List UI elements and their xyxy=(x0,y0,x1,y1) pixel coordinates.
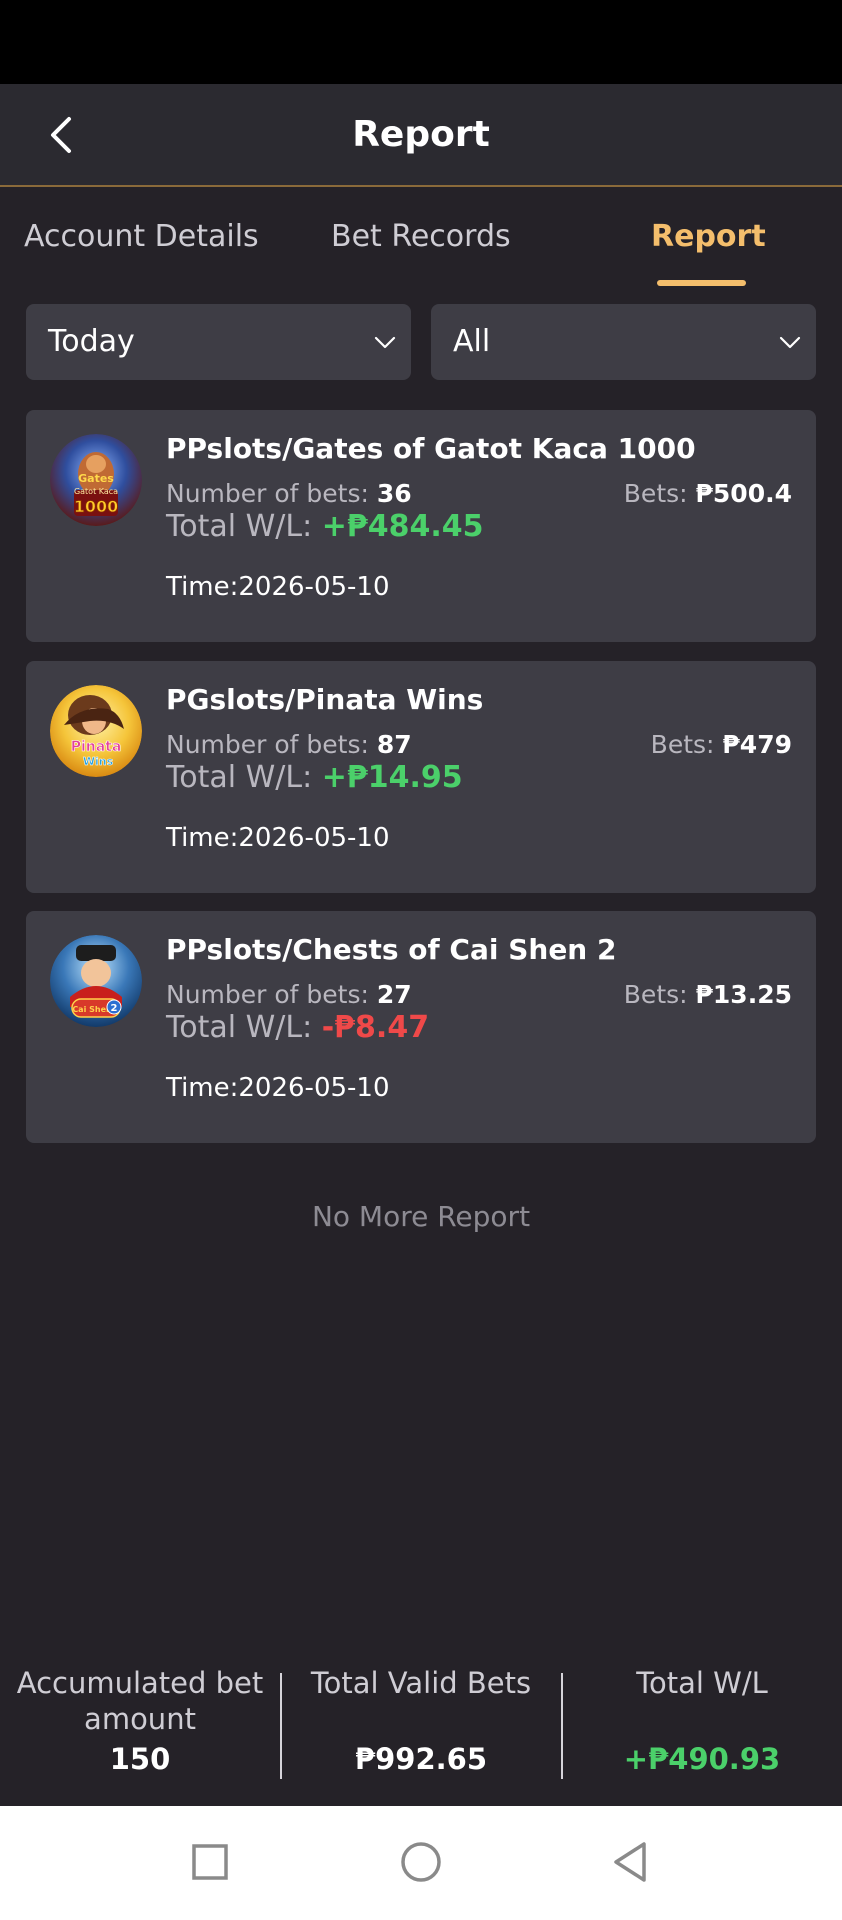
chests-of-cai-shen-thumb-icon: Cai Shen 2 xyxy=(50,935,142,1027)
status-bar xyxy=(0,0,842,84)
accumulated-bet-label: Accumulated bet amount xyxy=(16,1666,264,1736)
report-time: Time:2026-05-10 xyxy=(166,823,390,853)
header: Report xyxy=(0,84,842,187)
game-name: PGslots/Pinata Wins xyxy=(166,683,484,716)
total-wl-summary-value: +₱490.93 xyxy=(623,1742,781,1776)
pinata-wins-thumb-icon: Pinata Wins xyxy=(50,685,142,777)
total-valid-bets-summary: Total Valid Bets ₱992.65 xyxy=(281,1665,561,1777)
gates-of-gatot-kaca-thumb-icon: Gates Gatot Kaca 1000 xyxy=(50,434,142,526)
game-name: PPslots/Chests of Cai Shen 2 xyxy=(166,933,617,966)
active-tab-indicator xyxy=(657,280,746,286)
accumulated-bet-summary: Accumulated bet amount 150 xyxy=(0,1665,280,1777)
bets-amount: Bets: ₱500.4 xyxy=(623,479,792,508)
game-type-filter-dropdown[interactable]: All xyxy=(431,304,816,380)
no-more-report-text: No More Report xyxy=(311,1200,531,1233)
page-title: Report xyxy=(352,114,490,155)
bets-amount: Bets: ₱479 xyxy=(650,730,792,759)
tab-bet-records[interactable]: Bet Records xyxy=(331,217,511,257)
number-of-bets: Number of bets: 87 xyxy=(166,730,412,759)
back-triangle-icon xyxy=(614,1842,646,1882)
report-card: Cai Shen 2 PPslots/Chests of Cai Shen 2 … xyxy=(26,911,816,1143)
total-wl: Total W/L: -₱8.47 xyxy=(166,1010,430,1045)
summary-bar: Accumulated bet amount 150 Total Valid B… xyxy=(0,1665,842,1805)
chevron-down-icon xyxy=(374,336,396,349)
svg-text:Pinata: Pinata xyxy=(71,739,122,755)
total-wl-value: -₱8.47 xyxy=(321,1010,430,1045)
date-filter-value: Today xyxy=(48,324,135,359)
svg-text:Cai Shen: Cai Shen xyxy=(72,1005,112,1014)
game-type-filter-value: All xyxy=(453,324,491,359)
number-of-bets: Number of bets: 27 xyxy=(166,980,412,1009)
system-back-button[interactable] xyxy=(608,1838,656,1886)
report-card: Gates Gatot Kaca 1000 PPslots/Gates of G… xyxy=(26,410,816,642)
svg-text:1000: 1000 xyxy=(74,497,119,516)
svg-text:Wins: Wins xyxy=(83,755,114,768)
total-valid-bets-label: Total Valid Bets xyxy=(310,1666,532,1700)
report-time: Time:2026-05-10 xyxy=(166,1073,390,1103)
tab-bar: Account Details Bet Records Report xyxy=(0,189,842,289)
total-wl: Total W/L: +₱14.95 xyxy=(166,760,463,795)
home-button[interactable] xyxy=(397,1838,445,1886)
tab-account-details[interactable]: Account Details xyxy=(24,217,259,257)
total-valid-bets-value: ₱992.65 xyxy=(354,1742,488,1776)
total-wl-value: +₱14.95 xyxy=(321,760,463,795)
svg-text:Gates: Gates xyxy=(78,472,114,485)
home-icon xyxy=(401,1842,441,1882)
recent-apps-button[interactable] xyxy=(186,1838,234,1886)
accumulated-bet-value: 150 xyxy=(109,1742,171,1776)
report-time: Time:2026-05-10 xyxy=(166,572,390,602)
total-wl-summary-label: Total W/L xyxy=(636,1666,768,1700)
chevron-down-icon xyxy=(779,336,801,349)
date-filter-dropdown[interactable]: Today xyxy=(26,304,411,380)
number-of-bets: Number of bets: 36 xyxy=(166,479,412,508)
svg-text:Gatot Kaca: Gatot Kaca xyxy=(74,487,118,496)
total-wl-value: +₱484.45 xyxy=(321,509,484,544)
svg-text:2: 2 xyxy=(111,1003,118,1014)
system-nav-bar xyxy=(0,1806,842,1920)
recent-apps-icon xyxy=(192,1844,228,1880)
total-wl-summary: Total W/L +₱490.93 xyxy=(562,1665,842,1777)
tab-report[interactable]: Report xyxy=(651,217,766,257)
total-wl: Total W/L: +₱484.45 xyxy=(166,509,484,544)
bets-amount: Bets: ₱13.25 xyxy=(623,980,792,1009)
game-name: PPslots/Gates of Gatot Kaca 1000 xyxy=(166,432,696,465)
report-card: Pinata Wins PGslots/Pinata Wins Number o… xyxy=(26,661,816,893)
